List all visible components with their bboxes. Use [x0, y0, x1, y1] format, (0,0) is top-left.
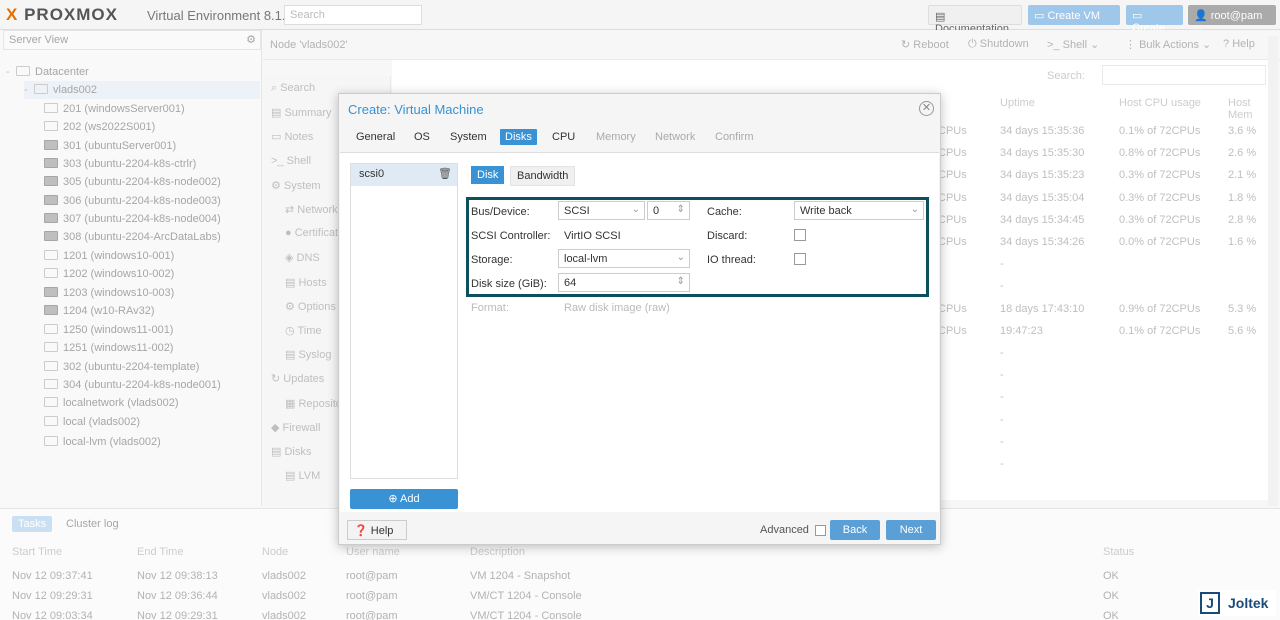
- tab-disks[interactable]: Disks: [500, 129, 537, 145]
- brand-logo: J Joltek: [1198, 590, 1276, 616]
- create-vm-dialog: Create: Virtual Machine ✕ General OS Sys…: [338, 93, 941, 545]
- close-icon[interactable]: ✕: [919, 101, 934, 116]
- user-menu-button[interactable]: 👤 root@pam ⌄: [1188, 5, 1276, 35]
- list-item[interactable]: scsi0 🗑: [351, 164, 457, 186]
- disk-list: scsi0 🗑: [350, 163, 458, 479]
- chevron-down-icon: ⌄: [910, 204, 919, 215]
- dialog-body: scsi0 🗑 ⊕ Add Disk Bandwidth Bus/Device: …: [340, 152, 939, 512]
- discard-label: Discard:: [707, 230, 748, 242]
- brand-mark: J: [1200, 592, 1220, 614]
- spinner-icon: ⇕: [676, 276, 685, 287]
- trash-icon[interactable]: 🗑: [438, 167, 452, 180]
- tab-os[interactable]: OS: [414, 131, 430, 143]
- tab-system[interactable]: System: [450, 131, 487, 143]
- tab-cpu[interactable]: CPU: [552, 131, 575, 143]
- dialog-footer: ❓ Help Advanced Back Next: [339, 514, 940, 544]
- create-vm-button[interactable]: ▭ Create VM: [1028, 5, 1120, 25]
- storage-label: Storage:: [471, 254, 513, 266]
- format-label: Format:: [471, 302, 509, 314]
- disk-size-input[interactable]: 64 ⇕: [558, 273, 690, 292]
- dialog-title: Create: Virtual Machine: [348, 102, 484, 117]
- scsi-controller-label: SCSI Controller:: [471, 230, 551, 242]
- spinner-icon: ⇕: [676, 204, 685, 215]
- documentation-button[interactable]: ▤ Documentation: [928, 5, 1022, 35]
- subtab-disk[interactable]: Disk: [471, 166, 505, 184]
- create-ct-button[interactable]: ▭ Create CT: [1126, 5, 1183, 46]
- global-search-input[interactable]: Search: [284, 5, 422, 25]
- tab-memory[interactable]: Memory: [596, 131, 636, 143]
- advanced-label: Advanced: [760, 524, 809, 536]
- top-bar: X PROXMOX Virtual Environment 8.1.4 Sear…: [0, 0, 1280, 46]
- chevron-down-icon: ⌄: [631, 204, 640, 215]
- cache-label: Cache:: [707, 206, 742, 218]
- disk-size-label: Disk size (GiB):: [471, 278, 547, 290]
- add-disk-button[interactable]: ⊕ Add: [350, 489, 458, 509]
- storage-select[interactable]: local-lvm ⌄: [558, 249, 690, 268]
- version-label: Virtual Environment 8.1.4: [147, 8, 293, 23]
- subtab-bandwidth[interactable]: Bandwidth: [510, 166, 576, 186]
- io-thread-checkbox[interactable]: [794, 253, 806, 265]
- tab-network[interactable]: Network: [655, 131, 695, 143]
- tab-confirm[interactable]: Confirm: [715, 131, 754, 143]
- brand-name: Joltek: [1228, 595, 1269, 611]
- back-button[interactable]: Back: [830, 520, 880, 540]
- device-index-stepper[interactable]: 0 ⇕: [647, 201, 690, 220]
- dialog-help-button[interactable]: ❓ Help: [347, 520, 407, 540]
- scsi-controller-value: VirtIO SCSI: [564, 230, 621, 242]
- advanced-checkbox[interactable]: [815, 525, 826, 536]
- cache-select[interactable]: Write back ⌄: [794, 201, 924, 220]
- bus-device-label: Bus/Device:: [471, 206, 530, 218]
- chevron-down-icon: ⌄: [676, 252, 685, 263]
- next-button[interactable]: Next: [886, 520, 936, 540]
- bus-select[interactable]: SCSI ⌄: [558, 201, 645, 220]
- discard-checkbox[interactable]: [794, 229, 806, 241]
- io-thread-label: IO thread:: [707, 254, 756, 266]
- format-select[interactable]: Raw disk image (raw): [564, 302, 670, 314]
- tab-general[interactable]: General: [356, 131, 395, 143]
- proxmox-logo: X PROXMOX: [6, 5, 118, 24]
